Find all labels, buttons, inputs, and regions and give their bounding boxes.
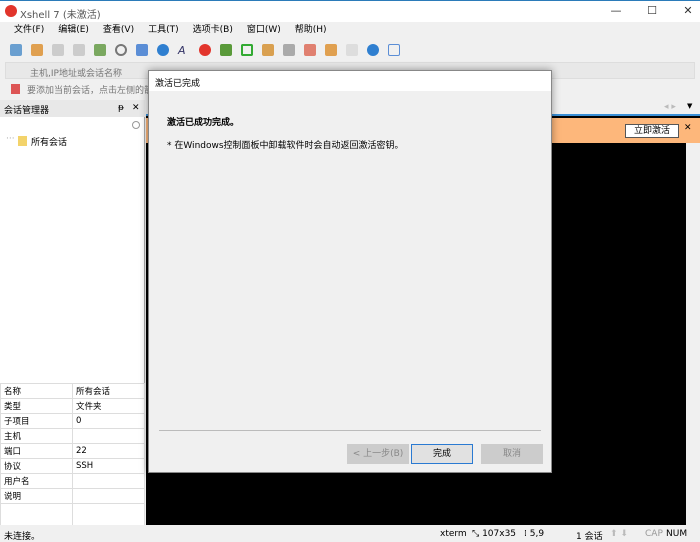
caps-lock-indicator: CAP xyxy=(645,529,663,539)
banner-close-icon[interactable]: ✕ xyxy=(684,123,692,133)
keyboard-icon[interactable] xyxy=(283,44,295,56)
new-tab-icon[interactable] xyxy=(325,44,337,56)
open-folder-icon[interactable] xyxy=(31,44,43,56)
terminal-scrollbar[interactable] xyxy=(686,143,700,525)
property-value: 所有会话 xyxy=(72,383,145,399)
property-row: 协议 SSH xyxy=(0,458,145,474)
property-row: 说明 xyxy=(0,488,145,504)
property-name: 类型 xyxy=(0,398,73,414)
dialog-heading: 激活已成功完成。 xyxy=(167,118,240,128)
title-bar: Xshell 7 (未激活) — ☐ ✕ xyxy=(0,0,700,22)
status-bar: 未连接。 xterm ⤡ 107x35 ⁞ 5,9 1 会话 ⬆ ⬇ CAP N… xyxy=(0,525,700,542)
property-value xyxy=(72,473,145,489)
xshell-icon[interactable] xyxy=(199,44,211,56)
back-button[interactable]: < 上一步(B) xyxy=(347,444,409,464)
property-name: 协议 xyxy=(0,458,73,474)
property-name: 主机 xyxy=(0,428,73,444)
activate-now-button[interactable]: 立即激活 xyxy=(625,124,679,138)
session-tree: ··· 所有会话 xyxy=(0,134,145,148)
chat-icon[interactable] xyxy=(388,44,400,56)
property-row: 端口 22 xyxy=(0,443,145,459)
close-button[interactable]: ✕ xyxy=(676,4,700,20)
highlight-icon[interactable] xyxy=(304,44,316,56)
property-value: 文件夹 xyxy=(72,398,145,414)
folder-icon xyxy=(18,136,27,146)
toolbar: A xyxy=(0,39,700,61)
window-title: Xshell 7 (未激活) xyxy=(20,10,101,21)
properties-icon[interactable] xyxy=(94,44,106,56)
menu-file[interactable]: 文件(F) xyxy=(14,22,44,39)
terminal-type: xterm xyxy=(440,529,467,539)
cursor-position: ⁞ 5,9 xyxy=(524,529,545,539)
dialog-title-bar: 激活已完成 xyxy=(149,71,551,91)
lock-icon[interactable] xyxy=(262,44,274,56)
tab-scroll-arrows-icon[interactable]: ◂ ▸ xyxy=(664,102,676,112)
tree-item-all-sessions[interactable]: ··· 所有会话 xyxy=(0,134,145,148)
properties-table: 名称 所有会话 类型 文件夹 子项目 0 主机 端口 22 协议 SSH 用户名 说明 xyxy=(0,383,145,526)
dialog-note: * 在Windows控制面板中卸载软件时会自动返回激活密钥。 xyxy=(167,141,404,151)
dialog-title: 激活已完成 xyxy=(155,79,201,89)
property-name: 子项目 xyxy=(0,413,73,429)
menu-tabs[interactable]: 选项卡(B) xyxy=(193,22,233,39)
connection-status: 未连接。 xyxy=(4,532,41,542)
help-icon[interactable] xyxy=(367,44,379,56)
cursor-position-value: 5,9 xyxy=(529,529,545,539)
property-value: SSH xyxy=(72,458,145,474)
address-placeholder: 主机,IP地址或会话名称 xyxy=(30,69,122,79)
disconnect-icon[interactable] xyxy=(73,44,85,56)
up-down-arrows-icon: ⬆ ⬇ xyxy=(610,529,628,539)
cancel-button[interactable]: 取消 xyxy=(481,444,543,464)
session-count: 1 会话 xyxy=(576,532,603,542)
property-value xyxy=(72,428,145,444)
pin-icon[interactable]: ᵽ xyxy=(118,103,124,113)
menu-edit[interactable]: 编辑(E) xyxy=(58,22,89,39)
new-session-icon[interactable] xyxy=(10,44,22,56)
dialog-divider xyxy=(159,430,541,431)
menu-bar: 文件(F) 编辑(E) 查看(V) 工具(T) 选项卡(B) 窗口(W) 帮助(… xyxy=(0,22,700,39)
tile-icon[interactable] xyxy=(346,44,358,56)
property-value: 22 xyxy=(72,443,145,459)
close-panel-icon[interactable]: ✕ xyxy=(132,103,140,113)
session-manager-header: 会话管理器 ᵽ ✕ xyxy=(0,100,145,117)
fullscreen-icon[interactable] xyxy=(241,44,253,56)
property-name: 端口 xyxy=(0,443,73,459)
search-icon[interactable] xyxy=(132,121,140,129)
finish-button[interactable]: 完成 xyxy=(411,444,473,464)
menu-tools[interactable]: 工具(T) xyxy=(148,22,179,39)
menu-help[interactable]: 帮助(H) xyxy=(295,22,327,39)
bookmark-arrow-icon[interactable] xyxy=(11,84,20,94)
search-icon[interactable] xyxy=(115,44,127,56)
terminal-size-value: 107x35 xyxy=(482,529,517,539)
xftp-icon[interactable] xyxy=(220,44,232,56)
property-row xyxy=(0,503,145,526)
property-name: 名称 xyxy=(0,383,73,399)
menu-view[interactable]: 查看(V) xyxy=(103,22,134,39)
property-name: 说明 xyxy=(0,488,73,504)
property-value xyxy=(72,488,145,504)
property-value: 0 xyxy=(72,413,145,429)
num-lock-indicator: NUM xyxy=(666,529,688,539)
minimize-button[interactable]: — xyxy=(604,4,628,20)
property-row: 用户名 xyxy=(0,473,145,489)
session-manager-panel: 会话管理器 ᵽ ✕ ··· 所有会话 名称 所有会话 类型 文件夹 子项目 0 主机 端口 22… xyxy=(0,100,145,526)
maximize-button[interactable]: ☐ xyxy=(640,4,664,20)
tree-item-label: 所有会话 xyxy=(31,138,68,148)
font-icon[interactable]: A xyxy=(178,44,190,57)
activation-dialog: 激活已完成 激活已成功完成。 * 在Windows控制面板中卸载软件时会自动返回… xyxy=(148,70,552,473)
terminal-size: ⤡ 107x35 xyxy=(472,529,517,539)
property-name: 用户名 xyxy=(0,473,73,489)
layout-icon[interactable] xyxy=(136,44,148,56)
property-name xyxy=(0,503,73,526)
session-manager-title: 会话管理器 xyxy=(4,106,50,116)
property-value xyxy=(72,503,145,526)
property-row: 主机 xyxy=(0,428,145,444)
property-row: 类型 文件夹 xyxy=(0,398,145,414)
connect-icon[interactable] xyxy=(52,44,64,56)
globe-icon[interactable] xyxy=(157,44,169,56)
tab-menu-icon[interactable]: ▼ xyxy=(687,102,692,110)
property-row: 子项目 0 xyxy=(0,413,145,429)
property-row: 名称 所有会话 xyxy=(0,383,145,399)
xshell-logo-icon xyxy=(5,5,17,17)
menu-window[interactable]: 窗口(W) xyxy=(247,22,281,39)
